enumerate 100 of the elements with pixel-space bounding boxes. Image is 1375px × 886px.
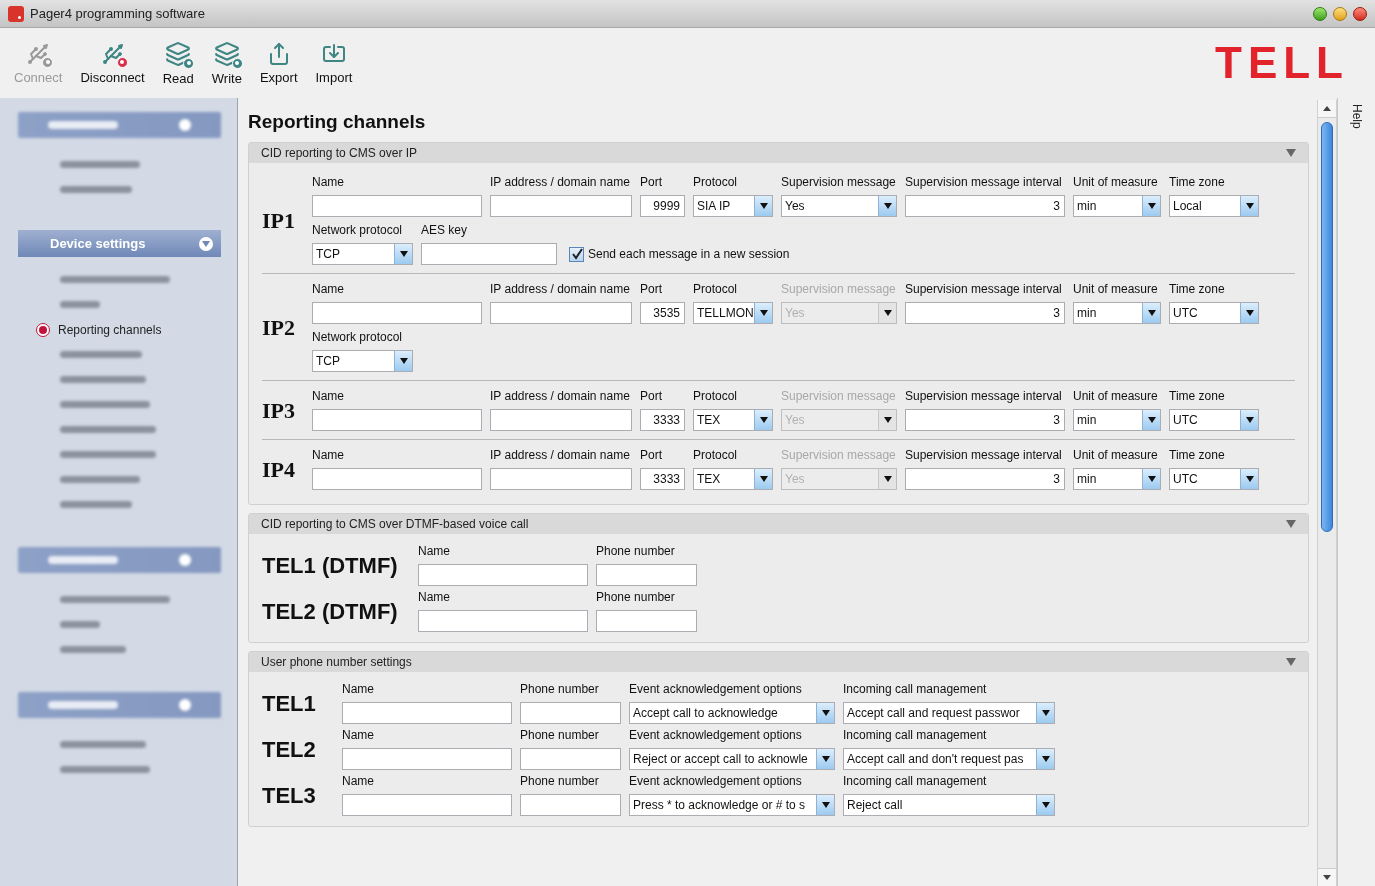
blurred-text[interactable] (60, 401, 150, 408)
field-label: Event acknowledgement options (629, 682, 803, 696)
logo: TELL (1215, 41, 1350, 85)
collapse-caret-icon[interactable] (1286, 658, 1296, 666)
field-label: Supervision message interval (905, 282, 1063, 296)
dropdown[interactable]: Accept call and don't request pas (843, 748, 1055, 770)
blurred-text[interactable] (60, 621, 100, 628)
scroll-down-icon[interactable] (1318, 868, 1336, 886)
minimize-button[interactable] (1313, 6, 1327, 21)
dropdown[interactable]: Reject or accept call to acknowle (629, 748, 835, 770)
blurred-text[interactable] (60, 376, 146, 383)
blurred-text[interactable] (60, 186, 132, 193)
field-label: IP address / domain name (490, 282, 631, 296)
dropdown[interactable]: TEX (693, 409, 773, 431)
input-field[interactable] (490, 409, 632, 431)
scroll-thumb[interactable] (1321, 122, 1333, 532)
input-field[interactable] (596, 564, 697, 586)
toolbar-button[interactable]: Disconnect (80, 41, 145, 85)
dropdown[interactable]: Accept call to acknowledge (629, 702, 835, 724)
input-field[interactable]: 3 (905, 302, 1065, 324)
blurred-text[interactable] (60, 596, 170, 603)
dropdown[interactable]: TCP (312, 243, 413, 265)
dropdown[interactable]: min (1073, 468, 1161, 490)
input-field[interactable]: 3 (905, 409, 1065, 431)
toolbar-button[interactable]: Import (315, 41, 353, 85)
dropdown[interactable]: Yes (781, 195, 897, 217)
field-label: Supervision message (781, 389, 897, 403)
maximize-button[interactable] (1333, 6, 1347, 21)
dropdown[interactable]: Reject call (843, 794, 1055, 816)
input-field[interactable] (312, 302, 482, 324)
channel-label: TEL1 (262, 689, 317, 718)
dropdown[interactable]: UTC (1169, 468, 1259, 490)
dropdown[interactable]: TEX (693, 468, 773, 490)
toolbar-button[interactable]: Export (259, 41, 298, 85)
blurred-text[interactable] (60, 161, 140, 168)
channel-label: TEL1 (DTMF) (262, 551, 399, 580)
input-field[interactable] (312, 468, 482, 490)
blurred-text[interactable] (60, 451, 156, 458)
input-field[interactable] (342, 794, 512, 816)
field-label: Supervision message (781, 282, 897, 296)
dropdown[interactable]: Accept call and request passwor (843, 702, 1055, 724)
input-field[interactable]: 3 (905, 195, 1065, 217)
field-label: Name (312, 175, 345, 189)
blurred-text[interactable] (60, 351, 142, 358)
input-field[interactable] (596, 610, 697, 632)
dropdown[interactable]: UTC (1169, 409, 1259, 431)
input-field[interactable] (421, 243, 557, 265)
blurred-text[interactable] (60, 301, 100, 308)
input-field[interactable] (418, 564, 588, 586)
toolbar-button[interactable]: Write (211, 40, 242, 86)
blurred-text[interactable] (60, 766, 150, 773)
input-field[interactable] (490, 195, 632, 217)
dropdown[interactable]: min (1073, 302, 1161, 324)
field-label: Supervision message (781, 448, 897, 462)
dropdown[interactable]: TCP (312, 350, 413, 372)
dropdown[interactable]: TELLMON (693, 302, 773, 324)
app-icon (8, 5, 24, 22)
input-field[interactable] (342, 748, 512, 770)
dropdown[interactable]: min (1073, 409, 1161, 431)
input-field[interactable] (520, 748, 621, 770)
input-field[interactable] (490, 468, 632, 490)
blurred-text[interactable] (60, 741, 146, 748)
section-title: CID reporting to CMS over IP (261, 145, 418, 162)
dropdown[interactable]: min (1073, 195, 1161, 217)
input-field[interactable] (312, 195, 482, 217)
sidebar-header[interactable] (18, 112, 221, 138)
field-label: Event acknowledgement options (629, 774, 803, 788)
blurred-text[interactable] (60, 476, 140, 483)
field-label: Unit of measure (1073, 175, 1159, 189)
blurred-text[interactable] (60, 426, 156, 433)
blurred-text[interactable] (60, 646, 126, 653)
input-field[interactable] (342, 702, 512, 724)
scroll-up-icon[interactable] (1318, 100, 1336, 118)
field-label: AES key (421, 223, 469, 237)
input-field[interactable] (520, 702, 621, 724)
close-button[interactable] (1353, 6, 1367, 21)
blurred-text[interactable] (60, 276, 170, 283)
input-field[interactable] (418, 610, 588, 632)
input-field[interactable] (520, 794, 621, 816)
input-field[interactable]: 3333 (640, 409, 685, 431)
input-field[interactable]: 3 (905, 468, 1065, 490)
input-field[interactable]: 3333 (640, 468, 685, 490)
input-field[interactable]: 3535 (640, 302, 685, 324)
collapse-caret-icon[interactable] (1286, 520, 1296, 528)
sidebar-item[interactable]: Reporting channels (18, 317, 221, 342)
dropdown[interactable]: UTC (1169, 302, 1259, 324)
dropdown[interactable]: Press * to acknowledge or # to s (629, 794, 835, 816)
dropdown[interactable]: Local (1169, 195, 1259, 217)
dropdown[interactable]: SIA IP (693, 195, 773, 217)
checkbox[interactable] (569, 246, 584, 262)
collapse-caret-icon[interactable] (1286, 149, 1296, 157)
blurred-text[interactable] (60, 501, 132, 508)
input-field[interactable] (490, 302, 632, 324)
sidebar-header[interactable] (18, 692, 221, 718)
help-tab[interactable]: Help (1347, 104, 1366, 129)
scrollbar[interactable] (1317, 100, 1337, 886)
toolbar-button[interactable]: Read (162, 40, 194, 86)
sidebar-header[interactable] (18, 547, 221, 573)
input-field[interactable] (312, 409, 482, 431)
input-field[interactable]: 9999 (640, 195, 685, 217)
